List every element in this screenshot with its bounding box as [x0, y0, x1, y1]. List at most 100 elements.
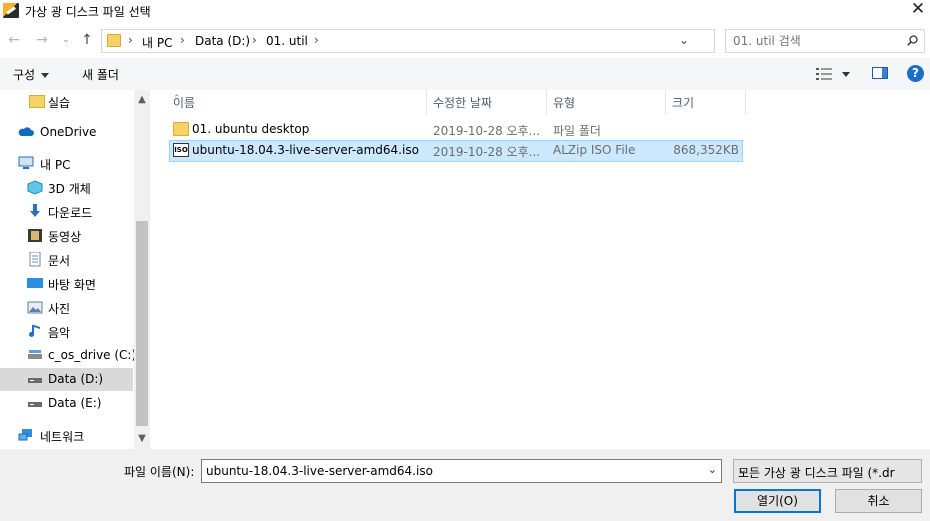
sidebar-item-label: Data (E:)	[48, 396, 102, 410]
scroll-down-icon[interactable]: ▼	[134, 431, 150, 447]
bottom-panel: 파일 이름(N): ⌄ 모든 가상 광 디스크 파일 (*.dr ⌄ 열기(O)…	[0, 449, 930, 521]
sidebar-item-label: 사진	[48, 302, 71, 316]
drive-icon	[28, 378, 42, 383]
chevron-down-icon[interactable]: ⌄	[679, 33, 689, 47]
sidebar-item-label: 네트워크	[40, 430, 85, 444]
sidebar-item-label: 바탕 화면	[48, 278, 96, 292]
navigation-pane: 실습 OneDrive 내 PC 3D 개체 다운로드 동영상 문서 바탕 화면…	[0, 90, 150, 449]
iso-file-icon: ISO	[173, 143, 189, 157]
sidebar-item-desktop[interactable]: 바탕 화면	[0, 272, 133, 295]
app-icon	[3, 3, 19, 18]
breadcrumb-this-pc[interactable]: 내 PC	[142, 34, 172, 51]
filename-input[interactable]	[206, 463, 696, 479]
sidebar-item-data-d[interactable]: Data (D:)	[0, 368, 133, 391]
sidebar-item-label: OneDrive	[40, 125, 97, 139]
sidebar-item-c-drive[interactable]: c_os_drive (C:)	[0, 344, 137, 367]
breadcrumb-util[interactable]: 01. util	[266, 34, 308, 48]
file-list: ⌃ 이름 수정한 날짜 유형 크기 01. ubuntu desktop 201…	[157, 90, 930, 449]
preview-pane-icon[interactable]	[872, 67, 888, 79]
file-type: 파일 폴더	[553, 124, 601, 138]
forward-icon[interactable]: →	[33, 31, 51, 49]
sidebar-scrollbar[interactable]: ▲ ▼	[134, 90, 150, 449]
sidebar-item-label: c_os_drive (C:)	[48, 348, 137, 362]
address-bar[interactable]: › 내 PC › Data (D:) › 01. util › ⌄ ↻	[101, 29, 809, 53]
sidebar-item-network[interactable]: 네트워크	[0, 424, 133, 447]
sidebar-item-videos[interactable]: 동영상	[0, 224, 133, 247]
column-header-date[interactable]: 수정한 날짜	[427, 90, 547, 114]
file-name: 01. ubuntu desktop	[192, 122, 310, 136]
sidebar-item-documents[interactable]: 문서	[0, 248, 133, 271]
sidebar-item-pictures[interactable]: 사진	[0, 296, 133, 319]
breadcrumb-separator[interactable]: ›	[128, 33, 133, 47]
chevron-down-icon[interactable]: ⌄	[708, 463, 717, 476]
sidebar-item-downloads[interactable]: 다운로드	[0, 200, 133, 223]
sidebar-item-this-pc[interactable]: 내 PC	[0, 152, 133, 175]
scroll-up-icon[interactable]: ▲	[134, 92, 150, 108]
document-icon	[29, 252, 41, 267]
sidebar-item-label: 3D 개체	[48, 182, 91, 196]
breadcrumb-separator[interactable]: ›	[180, 33, 185, 47]
command-bar: 구성 새 폴더 ?	[0, 58, 930, 90]
table-row[interactable]: 01. ubuntu desktop 2019-10-28 오후... 파일 폴…	[169, 119, 743, 141]
folder-icon	[173, 122, 189, 136]
file-size: 868,352KB	[673, 143, 739, 157]
folder-icon	[29, 95, 45, 108]
sidebar-item-label: Data (D:)	[48, 372, 104, 386]
breadcrumb-data-d[interactable]: Data (D:)	[195, 34, 250, 48]
sidebar-item-label: 다운로드	[48, 206, 93, 220]
cloud-icon	[18, 127, 34, 136]
sidebar-item-3d-objects[interactable]: 3D 개체	[0, 176, 133, 199]
view-dropdown-icon[interactable]	[842, 72, 850, 77]
file-type-filter[interactable]: 모든 가상 광 디스크 파일 (*.dr ⌄	[733, 459, 922, 483]
scrollbar-thumb[interactable]	[136, 221, 148, 426]
column-header-label: 유형	[553, 96, 576, 110]
music-icon	[29, 325, 40, 337]
open-button[interactable]: 열기(O)	[734, 489, 821, 513]
drive-icon	[28, 350, 42, 359]
table-row[interactable]: ISO ubuntu-18.04.3-live-server-amd64.iso…	[169, 140, 743, 162]
back-icon[interactable]: ←	[5, 31, 23, 49]
drive-icon	[28, 402, 42, 407]
organize-label: 구성	[13, 68, 36, 82]
organize-button[interactable]: 구성	[13, 66, 50, 83]
file-date: 2019-10-28 오후...	[433, 124, 541, 138]
help-icon[interactable]: ?	[907, 65, 924, 82]
network-icon	[18, 429, 32, 441]
sidebar-item-onedrive[interactable]: OneDrive	[0, 121, 133, 144]
view-options-icon[interactable]	[816, 68, 832, 80]
cube-icon	[27, 180, 43, 195]
sidebar-item-practice[interactable]: 실습	[0, 90, 133, 113]
breadcrumb-separator[interactable]: ›	[252, 33, 257, 47]
search-icon[interactable]	[907, 35, 918, 46]
close-icon[interactable]: ✕	[906, 0, 930, 20]
column-header-name[interactable]: ⌃ 이름	[167, 90, 427, 114]
breadcrumb-separator[interactable]: ›	[314, 33, 319, 47]
column-header-type[interactable]: 유형	[547, 90, 666, 114]
sidebar-item-label: 내 PC	[40, 158, 71, 172]
navigation-bar: ← → ⌄ ↑ › 내 PC › Data (D:) › 01. util › …	[0, 24, 930, 56]
file-name: ubuntu-18.04.3-live-server-amd64.iso	[192, 143, 419, 157]
sidebar-item-data-e[interactable]: Data (E:)	[0, 392, 133, 415]
search-input[interactable]	[733, 33, 898, 49]
window-title: 가상 광 디스크 파일 선택	[25, 5, 151, 19]
recent-locations-icon[interactable]: ⌄	[60, 31, 72, 49]
cancel-button[interactable]: 취소	[835, 489, 922, 513]
filename-combobox[interactable]: ⌄	[201, 459, 722, 483]
column-header-label: 수정한 날짜	[433, 96, 493, 110]
sidebar-item-label: 문서	[48, 254, 71, 268]
file-date: 2019-10-28 오후...	[433, 145, 541, 159]
column-header-label: 크기	[672, 96, 695, 110]
column-header-size[interactable]: 크기	[666, 90, 746, 114]
download-icon	[30, 204, 40, 217]
sidebar-item-music[interactable]: 음악	[0, 320, 133, 343]
desktop-icon	[27, 278, 43, 288]
folder-icon	[107, 34, 121, 47]
video-icon	[28, 229, 42, 242]
sidebar-item-label: 음악	[48, 326, 71, 340]
filename-label: 파일 이름(N):	[124, 465, 195, 479]
chevron-down-icon[interactable]: ⌄	[738, 463, 904, 476]
search-box[interactable]	[725, 29, 925, 53]
up-folder-icon[interactable]: ↑	[78, 31, 96, 49]
new-folder-button[interactable]: 새 폴더	[82, 66, 119, 83]
caret-down-icon	[41, 73, 50, 78]
